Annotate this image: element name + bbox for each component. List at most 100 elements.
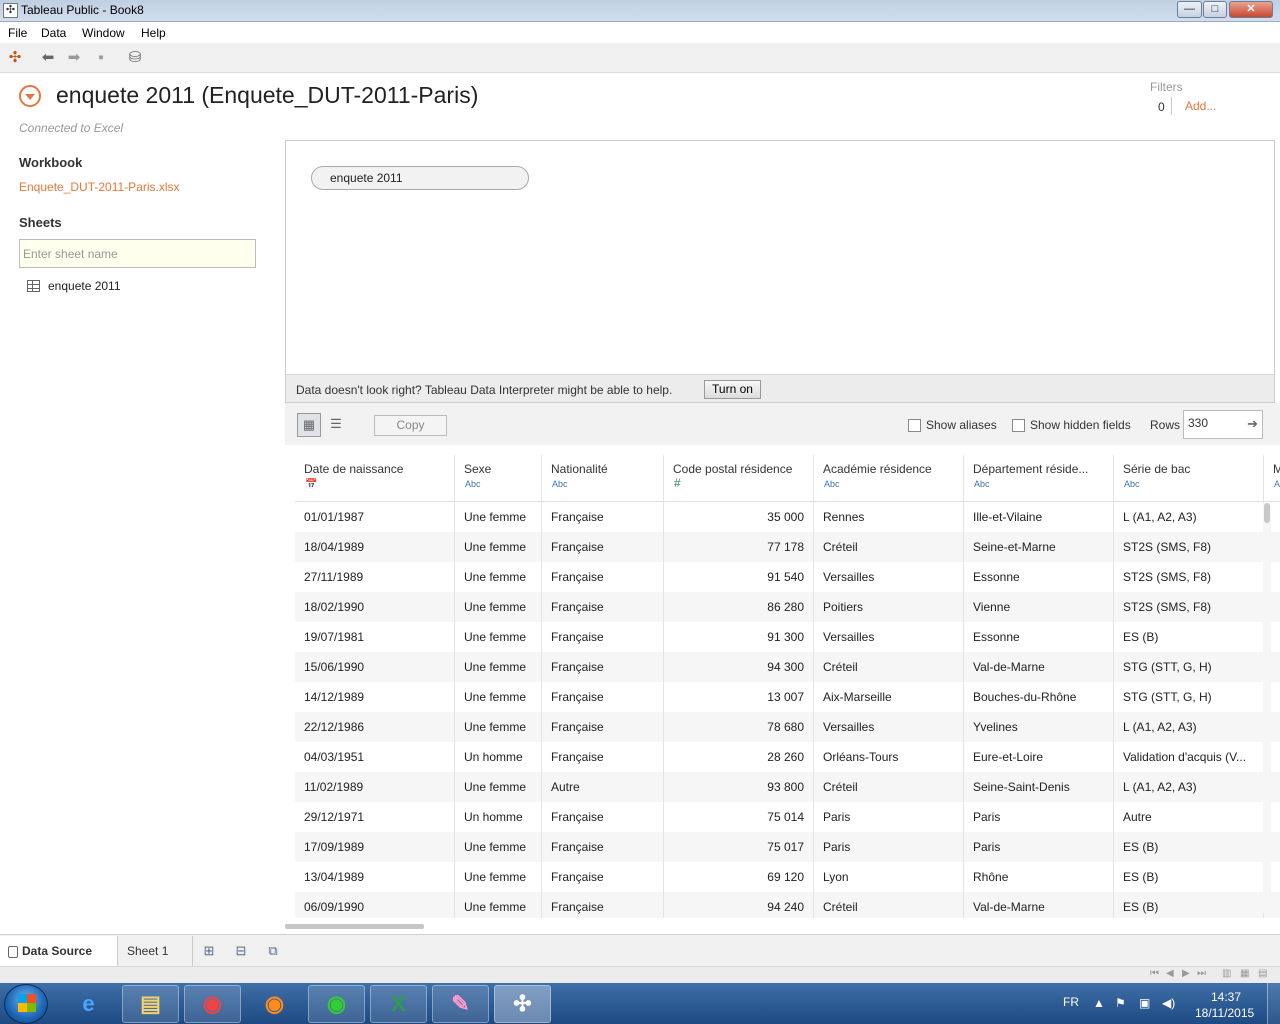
next-sheet-icon[interactable]: ▶: [1182, 968, 1190, 979]
horizontal-scrollbar[interactable]: [285, 918, 1280, 934]
filters-add-link[interactable]: Add...: [1185, 99, 1216, 113]
table-cell[interactable]: 11/02/1989: [295, 772, 455, 802]
table-cell[interactable]: ST2S (SMS, F8): [1114, 592, 1264, 622]
tab-data-source[interactable]: Data Source: [0, 936, 118, 966]
table-cell[interactable]: Créteil: [814, 772, 964, 802]
table-cell[interactable]: Yvelines: [964, 712, 1114, 742]
table-cell[interactable]: Française: [542, 502, 664, 532]
table-cell[interactable]: ES (B): [1114, 622, 1264, 652]
table-cell[interactable]: 35 000: [664, 502, 814, 532]
table-cell[interactable]: Une femme: [455, 532, 542, 562]
maximize-button[interactable]: □: [1203, 1, 1227, 18]
table-cell[interactable]: STG (STT, G, H): [1114, 682, 1264, 712]
new-story-icon[interactable]: ⧉: [264, 942, 282, 960]
table-cell[interactable]: Aix-Marseille: [814, 682, 964, 712]
table-cell[interactable]: Une femme: [455, 862, 542, 892]
table-cell[interactable]: 01/01/1987: [295, 502, 455, 532]
table-cell[interactable]: 91 540: [664, 562, 814, 592]
table-cell[interactable]: L (A1, A2, A3): [1114, 712, 1264, 742]
table-cell[interactable]: 28 260: [664, 742, 814, 772]
table-cell[interactable]: Versailles: [814, 712, 964, 742]
new-datasource-icon[interactable]: ⛁: [126, 49, 144, 67]
close-button[interactable]: ✕: [1229, 1, 1273, 18]
save-icon[interactable]: ▪: [92, 49, 110, 67]
table-cell[interactable]: Rennes: [814, 502, 964, 532]
table-cell[interactable]: 91 300: [664, 622, 814, 652]
table-cell[interactable]: Une femme: [455, 772, 542, 802]
column-header[interactable]: Académie résidence Abc: [814, 455, 964, 502]
tableau-taskbar-icon[interactable]: ✣: [494, 985, 551, 1023]
table-cell[interactable]: Française: [542, 592, 664, 622]
column-header[interactable]: Nationalité Abc: [542, 455, 664, 502]
rows-apply-arrow-icon[interactable]: ➔: [1247, 416, 1258, 432]
table-cell[interactable]: Autre: [1114, 802, 1264, 832]
table-cell[interactable]: 14/12/1989: [295, 682, 455, 712]
new-worksheet-icon[interactable]: ⊞: [200, 942, 218, 960]
table-cell[interactable]: 06/09/1990: [295, 892, 455, 918]
horizontal-scrollbar-thumb[interactable]: [285, 924, 424, 929]
table-cell[interactable]: Val-de-Marne: [964, 892, 1114, 918]
table-cell[interactable]: Créteil: [814, 532, 964, 562]
table-cell[interactable]: 86 280: [664, 592, 814, 622]
table-cell[interactable]: 27/11/1989: [295, 562, 455, 592]
table-cell[interactable]: 19/07/1981: [295, 622, 455, 652]
table-cell[interactable]: Rhône: [964, 862, 1114, 892]
table-cell[interactable]: Française: [542, 682, 664, 712]
clock-time[interactable]: 14:37: [1211, 990, 1241, 1004]
grid-view-icon[interactable]: ▦: [297, 413, 321, 437]
string-type-icon[interactable]: Abc: [1124, 479, 1140, 489]
table-cell[interactable]: Lyon: [814, 862, 964, 892]
column-header[interactable]: Département réside... Abc: [964, 455, 1114, 502]
table-cell[interactable]: 93 800: [664, 772, 814, 802]
table-cell[interactable]: Une femme: [455, 592, 542, 622]
chrome-icon[interactable]: ◉: [184, 985, 241, 1023]
table-cell[interactable]: Un homme: [455, 802, 542, 832]
table-cell[interactable]: Française: [542, 712, 664, 742]
table-cell[interactable]: Française: [542, 862, 664, 892]
table-cell[interactable]: 75 017: [664, 832, 814, 862]
forward-arrow-icon[interactable]: ➡: [65, 49, 83, 67]
show-tabs-icon[interactable]: ▤: [1258, 968, 1267, 979]
excel-icon[interactable]: X: [370, 985, 427, 1023]
tab-sheet-1[interactable]: Sheet 1: [119, 936, 193, 966]
first-sheet-icon[interactable]: ⏮: [1150, 968, 1159, 979]
string-type-icon[interactable]: Abc: [1274, 479, 1280, 489]
table-cell[interactable]: Eure-et-Loire: [964, 742, 1114, 772]
table-cell[interactable]: Paris: [964, 802, 1114, 832]
table-cell[interactable]: Paris: [814, 802, 964, 832]
date-type-icon[interactable]: 📅: [305, 479, 317, 490]
column-header[interactable]: Sexe Abc: [455, 455, 542, 502]
table-cell[interactable]: ST2S (SMS, F8): [1114, 532, 1264, 562]
table-cell[interactable]: Créteil: [814, 892, 964, 918]
string-type-icon[interactable]: Abc: [465, 479, 481, 489]
vertical-scrollbar[interactable]: [1263, 503, 1271, 913]
paint-icon[interactable]: ✎: [432, 985, 489, 1023]
table-cell[interactable]: 17/09/1989: [295, 832, 455, 862]
table-cell[interactable]: Validation d'acquis (V...: [1114, 742, 1264, 772]
table-cell[interactable]: 18/02/1990: [295, 592, 455, 622]
table-cell[interactable]: ES (B): [1114, 862, 1264, 892]
table-cell[interactable]: Française: [542, 622, 664, 652]
datasource-menu-toggle-icon[interactable]: [19, 85, 41, 107]
minimize-button[interactable]: —: [1177, 1, 1202, 18]
menu-help[interactable]: Help: [141, 26, 166, 40]
table-cell[interactable]: Française: [542, 532, 664, 562]
action-center-flag-icon[interactable]: ⚑: [1115, 996, 1126, 1010]
table-cell[interactable]: Seine-et-Marne: [964, 532, 1114, 562]
table-cell[interactable]: 78 680: [664, 712, 814, 742]
table-cell[interactable]: Essonne: [964, 622, 1114, 652]
volume-icon[interactable]: ◀): [1162, 996, 1175, 1010]
table-cell[interactable]: Autre: [542, 772, 664, 802]
file-explorer-icon[interactable]: ▤: [122, 985, 179, 1023]
table-cell[interactable]: STG (STT, G, H): [1114, 652, 1264, 682]
rows-input[interactable]: 330 ➔: [1183, 410, 1263, 439]
last-sheet-icon[interactable]: ⏭: [1197, 968, 1206, 979]
sheet-search-input[interactable]: [19, 239, 256, 268]
table-cell[interactable]: Versailles: [814, 622, 964, 652]
table-cell[interactable]: Une femme: [455, 652, 542, 682]
column-header[interactable]: Code postal résidence #: [664, 455, 814, 502]
show-aliases-checkbox[interactable]: [908, 419, 921, 432]
table-cell[interactable]: ES (B): [1114, 832, 1264, 862]
menu-file[interactable]: File: [8, 26, 27, 40]
table-cell[interactable]: 13/04/1989: [295, 862, 455, 892]
